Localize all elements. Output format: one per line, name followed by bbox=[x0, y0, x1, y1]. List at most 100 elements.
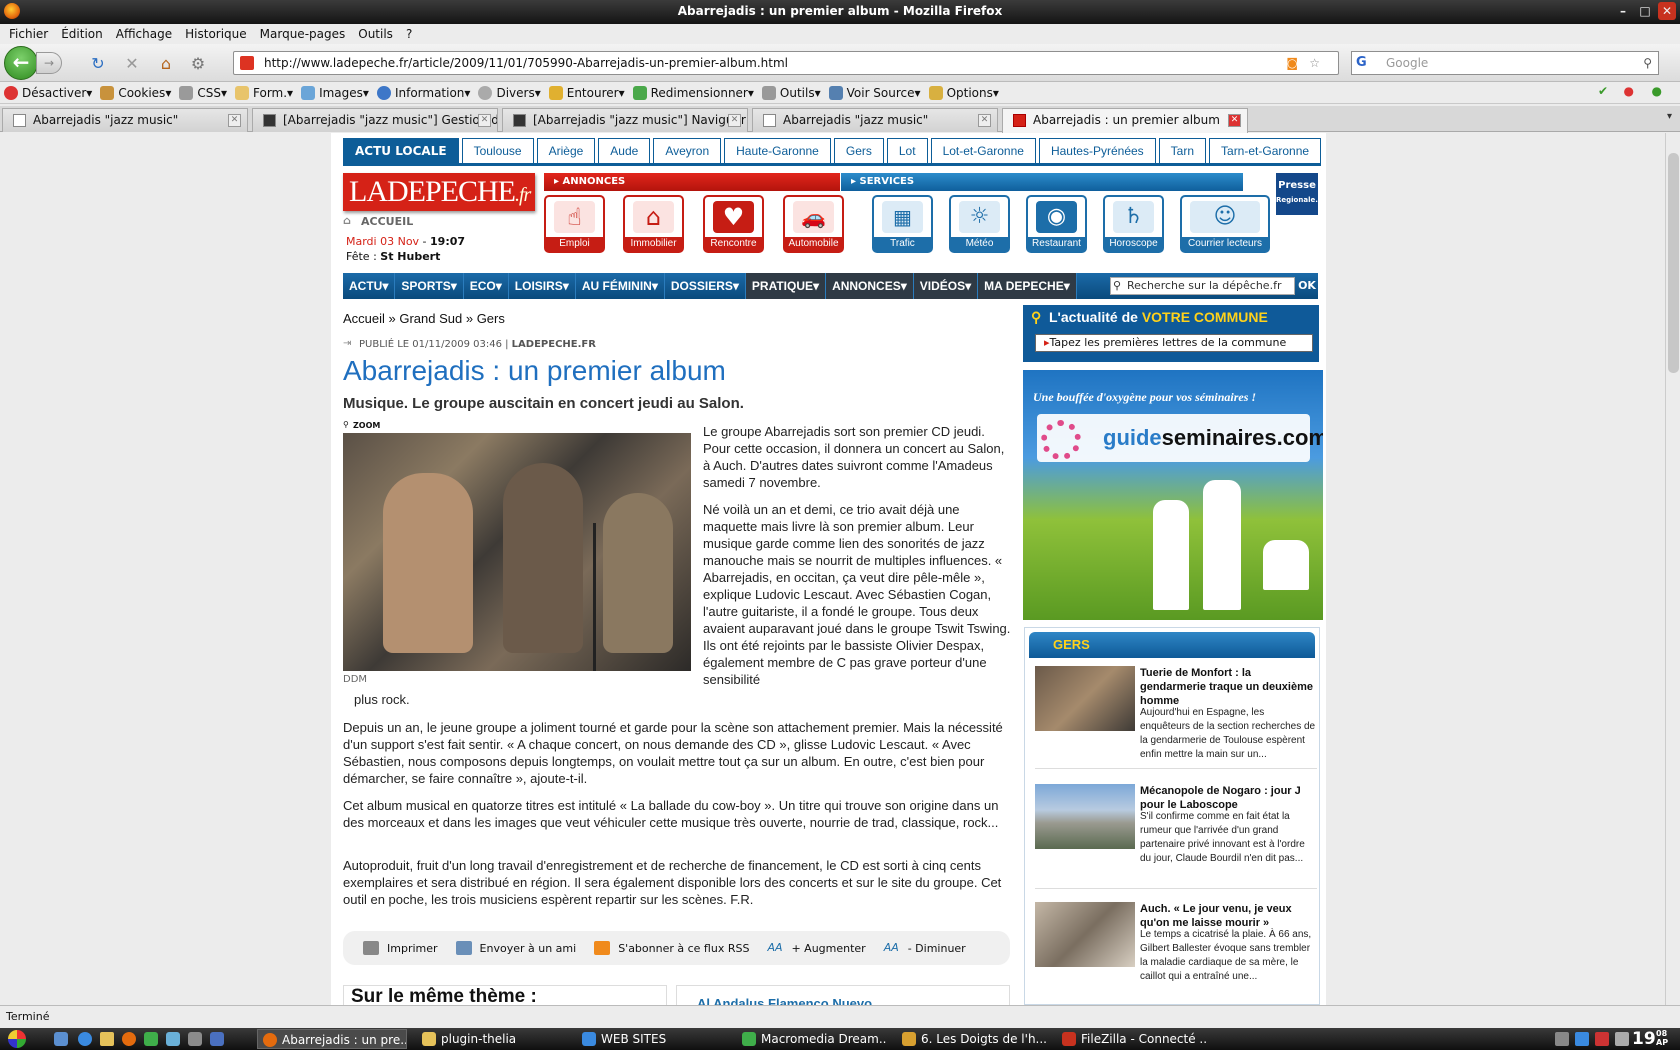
dev-outils[interactable]: Outils ▾ bbox=[761, 85, 821, 100]
rss-subscribe-button[interactable]: S'abonner à ce flux RSS bbox=[594, 941, 749, 955]
nav-videos[interactable]: VIDÉOS▾ bbox=[913, 273, 979, 299]
taskbar-media[interactable]: 6. Les Doigts de l'h... bbox=[897, 1029, 1047, 1049]
ok-icon[interactable]: ● bbox=[1652, 84, 1662, 98]
dev-redimensionner[interactable]: Redimensionner ▾ bbox=[632, 85, 754, 100]
commune-input[interactable]: ▸Tapez les premières lettres de la commu… bbox=[1035, 334, 1313, 352]
search-icon[interactable]: ⚲ bbox=[1643, 52, 1652, 74]
ie-icon[interactable] bbox=[78, 1032, 92, 1046]
zoom-button[interactable]: ⚲ ZOOM bbox=[343, 420, 380, 430]
app-icon[interactable] bbox=[210, 1032, 224, 1046]
forward-button[interactable]: → bbox=[36, 52, 62, 74]
vertical-scrollbar[interactable] bbox=[1665, 133, 1680, 1005]
app-icon[interactable] bbox=[188, 1032, 202, 1046]
scrollbar-thumb[interactable] bbox=[1668, 153, 1679, 373]
taskbar-plugin-thelia[interactable]: plugin-thelia bbox=[417, 1029, 567, 1049]
rss-icon[interactable]: ◙ bbox=[1286, 52, 1298, 74]
dev-information[interactable]: Information ▾ bbox=[376, 85, 470, 100]
tab-3[interactable]: [Abarrejadis "jazz music"] Naviguer d...… bbox=[502, 108, 748, 132]
dev-css[interactable]: CSS ▾ bbox=[179, 85, 227, 100]
firefox-icon[interactable] bbox=[122, 1032, 136, 1046]
nav-au-feminin[interactable]: AU FÉMININ▾ bbox=[576, 273, 665, 299]
service-rencontre[interactable]: ♥ Rencontre bbox=[703, 195, 764, 253]
tab-list-icon[interactable]: ▾ bbox=[1667, 111, 1672, 122]
tab-1[interactable]: Abarrejadis "jazz music" ✕ bbox=[2, 108, 248, 132]
locale-aveyron[interactable]: Aveyron bbox=[653, 138, 722, 163]
locale-aude[interactable]: Aude bbox=[598, 138, 651, 163]
news-item[interactable]: Mécanopole de Nogaro : jour J pour le La… bbox=[1035, 784, 1317, 894]
print-button[interactable]: Imprimer bbox=[363, 941, 438, 955]
dev-images[interactable]: Images ▾ bbox=[301, 85, 369, 100]
taskbar-firefox[interactable]: Abarrejadis : un pre... bbox=[257, 1029, 407, 1049]
tab-active[interactable]: Abarrejadis : un premier album ✕ bbox=[1002, 108, 1248, 133]
locale-tarn-et-garonne[interactable]: Tarn-et-Garonne bbox=[1209, 138, 1322, 163]
news-item[interactable]: Tuerie de Monfort : la gendarmerie traqu… bbox=[1035, 666, 1317, 776]
app-icon[interactable] bbox=[166, 1032, 180, 1046]
related-link[interactable]: Al Andalus Flamenco Nuevo bbox=[676, 985, 1010, 1005]
menu-outils[interactable]: Outils bbox=[355, 27, 403, 41]
nav-loisirs[interactable]: LOISIRS▾ bbox=[509, 273, 576, 299]
taskbar-web-sites[interactable]: WEB SITES bbox=[577, 1029, 727, 1049]
home-icon[interactable]: ⌂ bbox=[156, 54, 176, 74]
tab-close-icon[interactable]: ✕ bbox=[978, 114, 991, 127]
site-search-ok-button[interactable]: OK bbox=[1295, 277, 1319, 295]
site-logo[interactable]: LADEPECHE.fr bbox=[343, 173, 535, 211]
locale-lot[interactable]: Lot bbox=[886, 138, 928, 163]
dev-cookies[interactable]: Cookies ▾ bbox=[100, 85, 171, 100]
dev-options[interactable]: Options ▾ bbox=[928, 85, 999, 100]
service-trafic[interactable]: ▦ Trafic bbox=[872, 195, 933, 253]
app-icon[interactable] bbox=[144, 1032, 158, 1046]
locale-gers[interactable]: Gers bbox=[833, 138, 884, 163]
service-meteo[interactable]: ☼ Météo bbox=[949, 195, 1010, 253]
locale-toulouse[interactable]: Toulouse bbox=[461, 138, 534, 163]
menu-fichier[interactable]: Fichier bbox=[6, 27, 58, 41]
back-button[interactable]: ← bbox=[4, 46, 38, 80]
dev-entourer[interactable]: Entourer ▾ bbox=[548, 85, 625, 100]
maximize-button[interactable]: □ bbox=[1636, 2, 1654, 20]
dev-desactiver[interactable]: Désactiver ▾ bbox=[4, 85, 92, 100]
taskbar-dreamweaver[interactable]: Macromedia Dream... bbox=[737, 1029, 887, 1049]
locale-lot-et-garonne[interactable]: Lot-et-Garonne bbox=[930, 138, 1036, 163]
dev-divers[interactable]: Divers ▾ bbox=[478, 85, 541, 100]
locale-ariege[interactable]: Ariège bbox=[536, 138, 596, 163]
menu-affichage[interactable]: Affichage bbox=[113, 27, 182, 41]
stop-icon[interactable]: ✕ bbox=[122, 54, 142, 74]
locale-haute-garonne[interactable]: Haute-Garonne bbox=[724, 138, 831, 163]
quicklaunch-icon[interactable] bbox=[54, 1032, 68, 1046]
menu-marque-pages[interactable]: Marque-pages bbox=[257, 27, 356, 41]
tray-icon[interactable] bbox=[1575, 1032, 1589, 1046]
nav-eco[interactable]: ECO▾ bbox=[464, 273, 509, 299]
tab-2[interactable]: [Abarrejadis "jazz music"] Gestion de...… bbox=[252, 108, 498, 132]
menu-edition[interactable]: Édition bbox=[58, 27, 113, 41]
web-search-input[interactable]: G Google ⚲ bbox=[1351, 51, 1659, 75]
tab-close-icon[interactable]: ✕ bbox=[1228, 114, 1241, 127]
service-emploi[interactable]: ☝ Emploi bbox=[544, 195, 605, 253]
menu-help[interactable]: ? bbox=[403, 27, 422, 41]
taskbar-filezilla[interactable]: FileZilla - Connecté ... bbox=[1057, 1029, 1207, 1049]
font-decrease-button[interactable]: AA - Diminuer bbox=[884, 941, 966, 955]
start-button[interactable] bbox=[8, 1030, 26, 1048]
folder-icon[interactable] bbox=[100, 1032, 114, 1046]
menu-historique[interactable]: Historique bbox=[182, 27, 257, 41]
advertisement[interactable]: Une bouffée d'oxygène pour vos séminaire… bbox=[1023, 370, 1323, 620]
reload-icon[interactable]: ↻ bbox=[88, 54, 108, 74]
dev-form[interactable]: Form. ▾ bbox=[235, 85, 293, 100]
breadcrumb[interactable]: Accueil » Grand Sud » Gers bbox=[343, 311, 505, 326]
clock[interactable]: 19 bbox=[1632, 1028, 1656, 1050]
tools-icon[interactable]: ⚙ bbox=[188, 54, 208, 74]
nav-actu[interactable]: ACTU▾ bbox=[343, 273, 396, 299]
url-bar[interactable]: http://www.ladepeche.fr/article/2009/11/… bbox=[233, 51, 1339, 75]
volume-icon[interactable] bbox=[1615, 1032, 1629, 1046]
tab-close-icon[interactable]: ✕ bbox=[478, 114, 491, 127]
tab-close-icon[interactable]: ✕ bbox=[228, 114, 241, 127]
news-item[interactable]: Auch. « Le jour venu, je veux qu'on me l… bbox=[1035, 902, 1317, 1005]
tray-icon[interactable] bbox=[1595, 1032, 1609, 1046]
tab-4[interactable]: Abarrejadis "jazz music" ✕ bbox=[752, 108, 998, 132]
service-automobile[interactable]: 🚗 Automobile bbox=[783, 195, 844, 253]
nav-ma-depeche[interactable]: MA DEPECHE▾ bbox=[978, 273, 1077, 299]
service-restaurant[interactable]: ◉ Restaurant bbox=[1026, 195, 1087, 253]
font-increase-button[interactable]: AA + Augmenter bbox=[767, 941, 865, 955]
article-photo[interactable] bbox=[343, 433, 691, 671]
service-horoscope[interactable]: ♄ Horoscope bbox=[1103, 195, 1164, 253]
service-courrier[interactable]: ☺ Courrier lecteurs bbox=[1180, 195, 1270, 253]
valid-check-icon[interactable]: ✔ bbox=[1598, 84, 1608, 98]
